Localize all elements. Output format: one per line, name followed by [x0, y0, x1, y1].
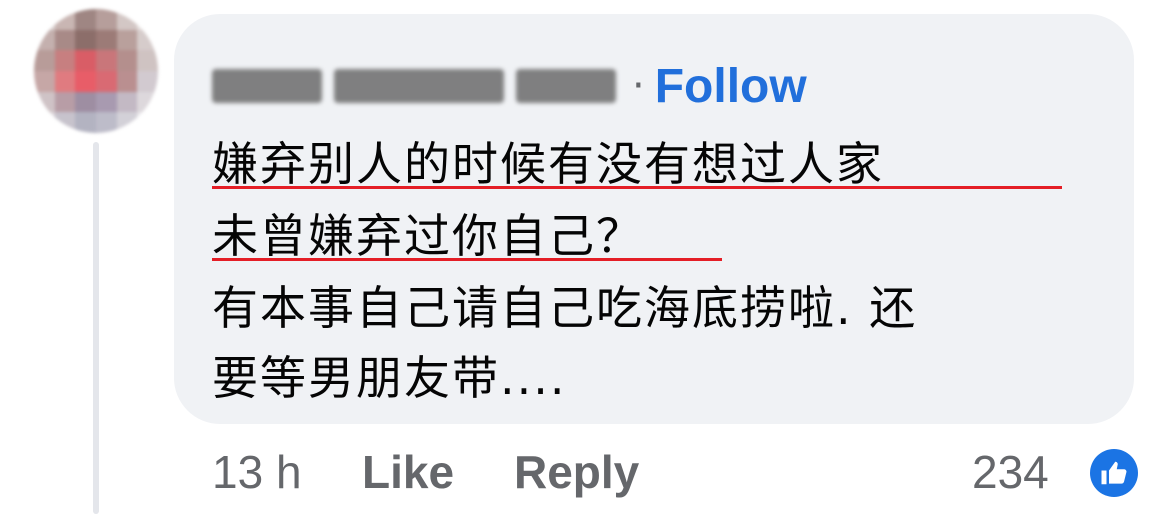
reaction-count[interactable]: 234: [972, 445, 1049, 499]
red-underline-1: [212, 186, 1062, 189]
thread-line: [93, 142, 99, 514]
comment-line-1: 嫌弃别人的时候有没有想过人家: [212, 137, 884, 191]
separator-dot: ·: [632, 63, 645, 109]
red-underline-2: [212, 258, 722, 261]
comment-line-3: 有本事自己请自己吃海底捞啦. 还: [212, 281, 918, 335]
comment-line-4: 要等男朋友带....: [212, 351, 567, 405]
reply-button[interactable]: Reply: [514, 445, 639, 499]
comment-line-2: 未曾嫌弃过你自己？: [212, 209, 644, 263]
comment-timestamp[interactable]: 13 h: [212, 445, 302, 499]
author-name[interactable]: [212, 69, 616, 103]
follow-link[interactable]: Follow: [655, 59, 807, 114]
avatar[interactable]: [34, 9, 158, 133]
thumbs-up-icon[interactable]: [1090, 449, 1138, 497]
comment-header: · Follow: [212, 58, 807, 114]
like-button[interactable]: Like: [362, 445, 454, 499]
